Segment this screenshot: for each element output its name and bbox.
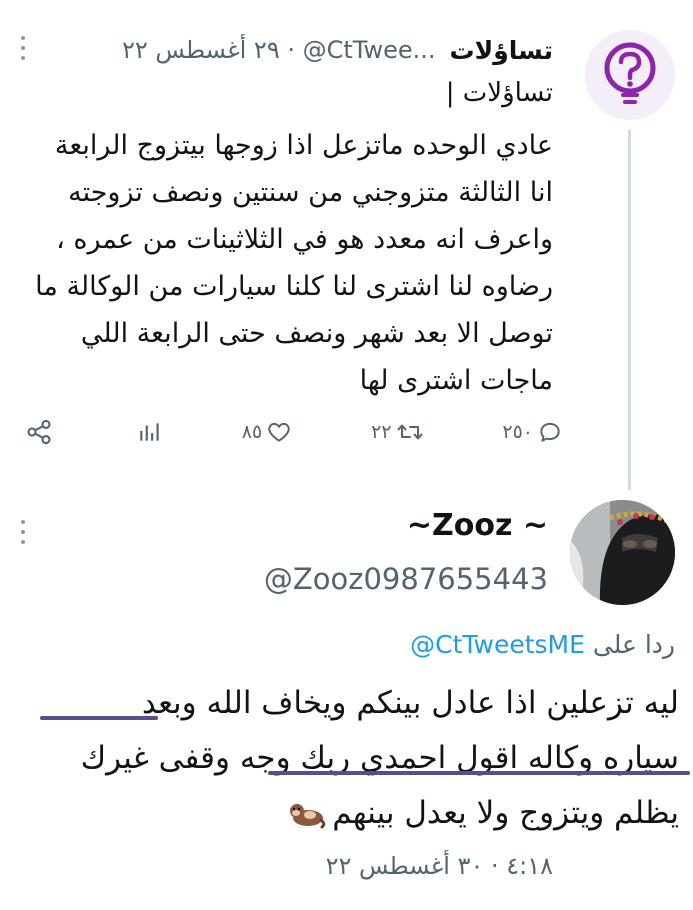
reply-display-name[interactable]: ~Zooz ~ [407,508,548,543]
share-button[interactable] [20,418,54,446]
like-count: ٨٥ [241,421,263,443]
tweet-text-line: رضاوه لنا اشترى لنا كلنا سيارات من الوكا… [35,271,553,302]
action-bar: ٢٥٠ ٢٢ ٨٥ [20,412,563,452]
views-icon [140,423,159,441]
reply-handle[interactable]: @Zooz0987655443 [264,562,548,596]
otter-emoji-icon [290,803,326,828]
tweet-text-line: ماجات اشترى لها [359,365,553,396]
highlight-underline [40,716,158,720]
reply-text-line: ليه تزعلين اذا عادل بينكم ويخاف الله وبع… [141,685,679,721]
reply-count: ٢٥٠ [502,421,533,443]
like-button[interactable]: ٨٥ [242,419,292,445]
highlight-underline [268,771,690,775]
replying-to-handle-link[interactable]: @CtTweetsME [410,630,585,659]
reply-avatar[interactable] [570,500,675,605]
replying-to: ردا على @CtTweetsME [410,630,675,659]
tweet-text-line: توصل الا بعد شهر ونصف حتى الرابعة اللي [80,318,553,349]
replying-to-label: ردا على [592,630,675,659]
reply-timestamp[interactable]: ٤:١٨ · ٣٠ أغسطس ٢٢ [326,852,553,880]
more-icon[interactable] [18,36,28,64]
reply-text: ليه تزعلين اذا عادل بينكم ويخاف الله وبع… [10,676,679,841]
views-button[interactable] [133,419,163,445]
reply-icon [540,422,560,442]
tweet-text-line: واعرف انه معدد هو في الثلاثينات من عمره … [56,224,553,255]
original-tweet[interactable]: تساؤلات ...CtTwee@ · ٢٩ أغسطس ٢٢ تساؤلات… [0,0,693,490]
tweet-subtitle: تساؤلات | [445,78,553,108]
retweet-icon [397,424,422,440]
more-icon[interactable] [18,520,28,550]
like-icon [268,422,290,442]
tweet-text-line: عادي الوحده ماتزعل اذا زوجها بيتزوج الرا… [54,130,553,161]
account-avatar[interactable] [585,30,675,120]
account-name[interactable]: تساؤلات [450,36,554,65]
reply-text-line-last: يظلم ويتزوج ولا يعدل بينهم [10,786,679,841]
reply-text-line: سياره وكاله اقول احمدي ربك وجه وقفى غيرك [80,740,679,776]
thread-connector [628,130,631,490]
profile-photo [570,500,675,605]
share-icon [27,419,51,445]
handle-and-date[interactable]: ...CtTwee@ · ٢٩ أغسطس ٢٢ [122,36,436,64]
reply-text-line: يظلم ويتزوج ولا يعدل بينهم [332,795,679,831]
reply-button[interactable]: ٢٥٠ [502,419,563,445]
tweet-header: تساؤلات ...CtTwee@ · ٢٩ أغسطس ٢٢ [20,30,553,70]
retweet-button[interactable]: ٢٢ [371,419,423,445]
tweet-text-line: انا الثالثة متزوجني من سنتين ونصف تزوجته [68,177,553,208]
retweet-count: ٢٢ [371,421,392,443]
question-bulb-icon [604,42,656,104]
tweet-text: عادي الوحده ماتزعل اذا زوجها بيتزوج الرا… [16,122,553,404]
